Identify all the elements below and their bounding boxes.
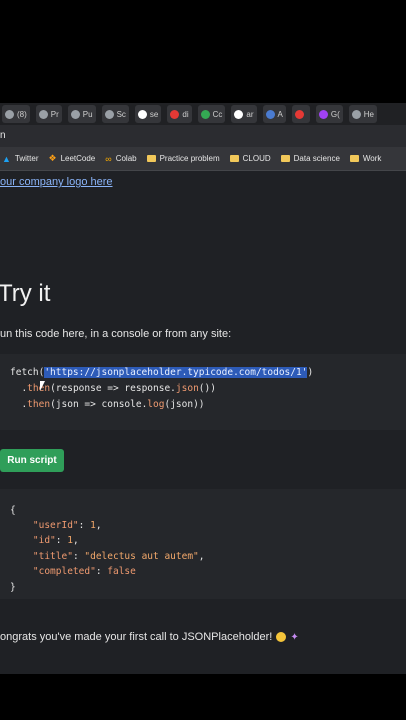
code-line: .then(json => console.log(json)) [10,399,205,410]
bookmark-label: Work [362,154,382,163]
browser-tab[interactable] [291,105,310,123]
instructions-text: un this code here, in a console or from … [0,328,232,340]
browser-tab[interactable]: Pr [35,105,62,123]
bookmark-label: Data science [293,154,340,163]
browser-tab[interactable]: He [348,105,377,123]
browser-tab[interactable]: Sc [101,105,129,123]
tab-strip: (8) Pr Pu Sc se di Cc ar A G( He [0,103,406,125]
tab-icon [38,109,48,119]
browser-tab[interactable]: di [167,105,192,123]
bookmark-colab[interactable]: ∞ Colab [105,154,136,164]
folder-icon [349,155,359,162]
browser-tab[interactable]: (8) [2,105,30,123]
tab-label: Pu [82,109,93,119]
tab-label: (8) [17,109,27,119]
company-logo-link[interactable]: our company logo here [0,176,113,188]
code-line: "title": "delectus aut autem", [32,551,205,562]
leetcode-icon: ❖ [48,153,57,163]
party-popper-icon: ✦ [290,632,299,643]
address-text: n [0,130,6,141]
tab-label: Cc [212,109,223,119]
smiley-emoji-icon [276,632,287,643]
code-line: "userId": 1, [32,520,102,531]
code-line: { [10,505,16,516]
tab-label: Sc [116,109,126,119]
bookmark-label: Twitter [14,154,39,163]
bookmark-cloud[interactable]: CLOUD [229,154,271,163]
page-content: our company logo here Try it un this cod… [0,171,406,674]
code-line: "completed": false [32,566,136,577]
folder-icon [146,155,156,162]
response-code-block: { "userId": 1, "id": 1, "title": "delect… [0,489,406,599]
tab-label: di [182,109,189,119]
folder-icon [280,155,290,162]
browser-screenshot: (8) Pr Pu Sc se di Cc ar A G( He n ▲ Twitter ❖ Lee… [0,103,406,674]
browser-tab[interactable]: ar [231,105,257,123]
tab-label: Pr [50,109,59,119]
browser-tab[interactable]: G( [315,105,343,123]
request-code-block: fetch('https://jsonplaceholder.typicode.… [0,354,406,430]
tab-label: He [363,109,374,119]
page-title: Try it [0,280,51,307]
bookmark-twitter[interactable]: ▲ Twitter [2,154,38,164]
tab-icon [265,109,275,119]
bookmark-work[interactable]: Work [349,154,382,163]
tab-label: ar [246,109,254,119]
folder-icon [229,155,239,162]
browser-tab[interactable]: A [262,105,286,123]
tab-label: se [149,109,159,119]
code-line: } [10,582,16,593]
tab-icon [104,109,114,119]
browser-tab[interactable]: se [134,105,162,123]
bookmark-leetcode[interactable]: ❖ LeetCode [48,153,95,164]
code-line: "id": 1, [32,535,79,546]
bookmark-data-science[interactable]: Data science [280,154,340,163]
youtube-icon [294,109,304,119]
tab-icon [5,109,14,119]
google-icon [234,109,244,119]
tab-icon [200,109,210,119]
youtube-icon [170,109,180,119]
bookmark-practice-problem[interactable]: Practice problem [146,154,220,163]
run-script-button[interactable]: Run script [0,449,64,472]
browser-tab[interactable]: Cc [197,105,226,123]
tab-label: G( [330,109,340,119]
address-bar[interactable]: n [0,125,406,147]
url-string: 'https://jsonplaceholder.typicode.com/to… [44,367,308,378]
bookmarks-bar: ▲ Twitter ❖ LeetCode ∞ Colab Practice pr… [0,147,406,171]
bookmark-label: LeetCode [60,154,96,163]
bookmark-label: CLOUD [242,154,271,163]
mouse-cursor-icon [40,381,45,391]
colab-icon: ∞ [105,153,112,164]
success-message: ongrats you've made your first call to J… [0,631,299,643]
code-line: fetch('https://jsonplaceholder.typicode.… [10,367,314,378]
tab-icon [351,109,361,119]
tab-icon [318,109,328,119]
twitter-icon: ▲ [2,153,11,164]
tab-label: A [277,109,283,119]
bookmark-label: Practice problem [159,154,220,163]
bookmark-label: Colab [115,154,137,163]
google-icon [137,109,147,119]
tab-icon [70,109,80,119]
browser-tab[interactable]: Pu [67,105,96,123]
